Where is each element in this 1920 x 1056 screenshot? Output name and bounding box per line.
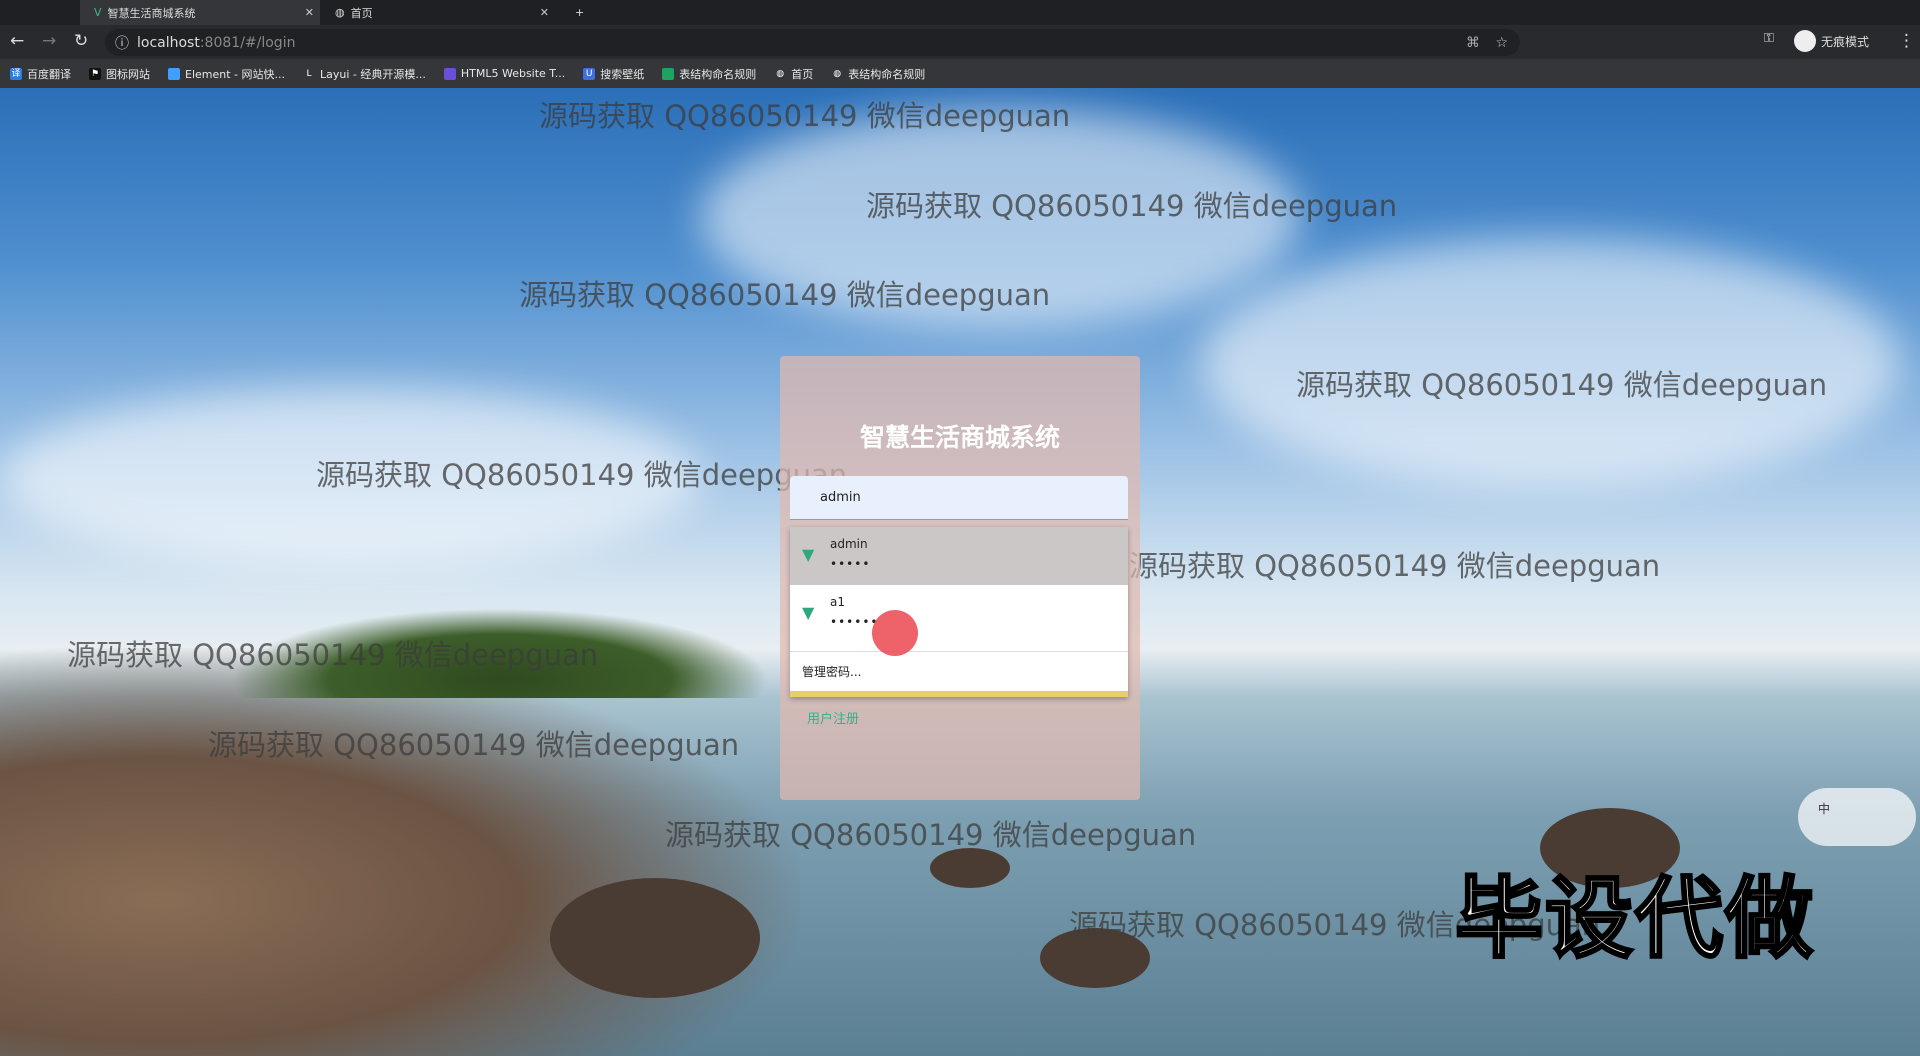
- watermark: 源码获取 QQ86050149 微信deepguan: [519, 272, 1050, 314]
- incognito-label: 无痕模式: [1821, 33, 1869, 50]
- register-link[interactable]: 用户注册: [807, 708, 859, 727]
- tab-bar: V 智慧生活商城系统 ✕ ◍ 首页 ✕ +: [0, 0, 1920, 25]
- autofill-dropdown: ▼ admin ••••• ▼ a1 •••••• 管理密码...: [790, 527, 1128, 697]
- login-card: 智慧生活商城系统 admin ▼ admin ••••• ▼ a1 ••••••…: [780, 356, 1140, 800]
- url-host: localhost: [137, 35, 200, 51]
- vue-icon: ▼: [802, 603, 814, 622]
- incognito-badge[interactable]: 无痕模式: [1794, 30, 1869, 52]
- globe-icon: ◍: [335, 6, 345, 19]
- translate-icon[interactable]: ⌘: [1466, 35, 1480, 51]
- watermark: 源码获取 QQ86050149 微信deepguan: [1129, 543, 1660, 585]
- page-title: 智慧生活商城系统: [780, 418, 1140, 454]
- watermark: 源码获取 QQ86050149 微信deepguan: [665, 812, 1196, 854]
- bookmarks-bar: 译百度翻译 ⚑ 图标网站 Element - 网站快... L Layui - 经典…: [0, 59, 1920, 88]
- tab-label: 首页: [351, 5, 373, 21]
- bookmark-item[interactable]: ⚑ 图标网站: [89, 66, 150, 82]
- username-input[interactable]: admin: [790, 476, 1128, 520]
- manage-passwords-link[interactable]: 管理密码...: [790, 651, 1128, 691]
- bookmark-icon: L: [303, 68, 315, 80]
- watermark: 源码获取 QQ86050149 微信deepguan: [866, 183, 1397, 225]
- key-icon[interactable]: ⚿: [1764, 31, 1774, 46]
- bookmark-icon: 译: [10, 68, 22, 80]
- background-rock: [930, 848, 1010, 888]
- bookmark-label: 表结构命名规则: [679, 66, 756, 82]
- bookmark-item[interactable]: L Layui - 经典开源模...: [303, 66, 426, 82]
- bookmark-item[interactable]: 译百度翻译: [10, 66, 71, 82]
- tab-home[interactable]: ◍ 首页 ✕: [325, 0, 555, 25]
- autofill-option[interactable]: ▼ admin •••••: [790, 527, 1128, 585]
- close-icon[interactable]: ✕: [305, 6, 314, 19]
- vue-icon: ▼: [802, 545, 814, 564]
- url-input[interactable]: ⓘ localhost:8081/#/login ⌘ ☆: [105, 29, 1520, 56]
- bookmark-label: 表结构命名规则: [848, 66, 925, 82]
- autofill-option[interactable]: ▼ a1 ••••••: [790, 585, 1128, 651]
- tab-label: 智慧生活商城系统: [108, 5, 196, 21]
- incognito-icon: [1794, 30, 1816, 52]
- bookmark-icon: [168, 68, 180, 80]
- tab-login[interactable]: V 智慧生活商城系统 ✕: [80, 0, 320, 25]
- bookmark-item[interactable]: 表结构命名规则: [662, 66, 756, 82]
- address-bar: ← → ↻ ⓘ localhost:8081/#/login ⌘ ☆ ⚿ 无痕模…: [0, 25, 1920, 59]
- watermark: 源码获取 QQ86050149 微信deepguan: [208, 722, 739, 764]
- bookmark-icon: [444, 68, 456, 80]
- url-path: :8081/#/login: [200, 35, 296, 51]
- watermark: 源码获取 QQ86050149 微信deepguan: [67, 632, 598, 674]
- bookmark-item[interactable]: ◍ 首页: [774, 66, 813, 82]
- reload-icon[interactable]: ↻: [74, 31, 88, 51]
- bookmark-item[interactable]: Element - 网站快...: [168, 66, 285, 82]
- bookmark-label: Layui - 经典开源模...: [320, 66, 426, 82]
- watermark: 源码获取 QQ86050149 微信deepguan: [316, 452, 847, 494]
- login-page: 源码获取 QQ86050149 微信deepguan 源码获取 QQ860501…: [0, 88, 1920, 1056]
- watermark: 源码获取 QQ86050149 微信deepguan: [1296, 362, 1827, 404]
- overlay-text: 毕设代做: [1455, 848, 1815, 975]
- forward-icon[interactable]: →: [42, 31, 56, 51]
- bookmark-icon: ⚑: [89, 68, 101, 80]
- bookmark-label: 图标网站: [106, 66, 150, 82]
- star-icon[interactable]: ☆: [1495, 35, 1508, 51]
- bookmark-icon: U: [583, 68, 595, 80]
- menu-icon[interactable]: ⋮: [1898, 31, 1915, 51]
- globe-icon: ◍: [774, 68, 786, 80]
- ime-widget[interactable]: 中: [1798, 788, 1916, 846]
- bookmark-icon: [662, 68, 674, 80]
- autofill-username: admin: [830, 537, 868, 551]
- close-icon[interactable]: ✕: [540, 6, 549, 19]
- bookmark-label: 搜索壁纸: [600, 66, 644, 82]
- new-tab-button[interactable]: +: [575, 0, 584, 25]
- bookmark-item[interactable]: HTML5 Website T...: [444, 67, 565, 80]
- watermark: 源码获取 QQ86050149 微信deepguan: [539, 93, 1070, 135]
- background-rock: [550, 878, 760, 998]
- bookmark-label: 百度翻译: [27, 66, 71, 82]
- autofill-password: ••••••: [830, 615, 878, 629]
- cursor-highlight: [872, 610, 918, 656]
- ime-label: 中: [1818, 802, 1830, 816]
- info-icon: ⓘ: [115, 33, 129, 53]
- bookmark-label: 首页: [791, 66, 813, 82]
- bookmark-label: Element - 网站快...: [185, 66, 285, 82]
- globe-icon: ◍: [831, 68, 843, 80]
- bookmark-label: HTML5 Website T...: [461, 67, 565, 80]
- bookmark-item[interactable]: U 搜索壁纸: [583, 66, 644, 82]
- vue-icon: V: [94, 6, 102, 19]
- autofill-username: a1: [830, 595, 845, 609]
- back-icon[interactable]: ←: [10, 31, 24, 51]
- bookmark-item[interactable]: ◍ 表结构命名规则: [831, 66, 925, 82]
- autofill-password: •••••: [830, 557, 870, 571]
